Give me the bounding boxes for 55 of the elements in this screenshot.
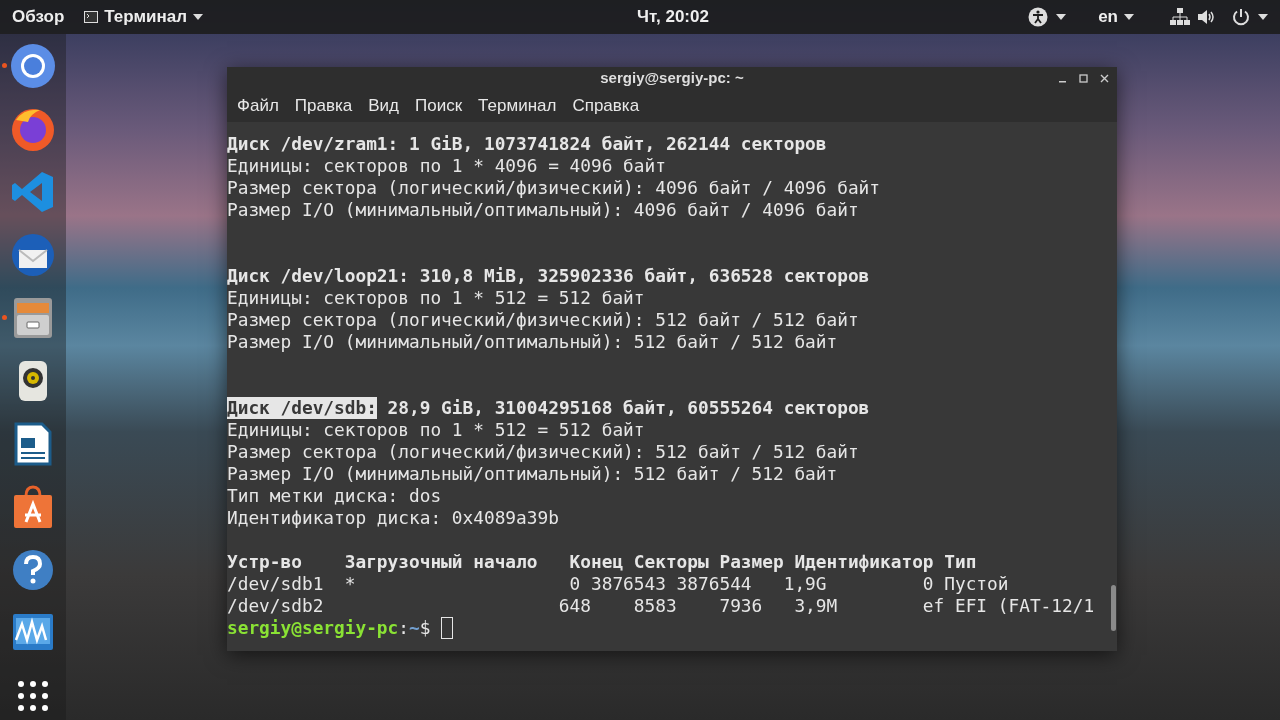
window-title: sergiy@sergiy-pc: ~ xyxy=(600,68,744,89)
output-line: Размер I/O (минимальный/оптимальный): 4096 байт / 4096 байт xyxy=(227,199,859,221)
app-menu[interactable]: Терминал xyxy=(84,4,203,30)
caret-icon xyxy=(1258,14,1268,20)
activities-button[interactable]: Обзор xyxy=(12,4,65,30)
network-icon[interactable] xyxy=(1170,8,1190,26)
output-line: Диск /dev/loop21: 310,8 MiB, 325902336 байт, 636528 секторов xyxy=(227,265,870,287)
output-line: Единицы: секторов по 1 * 512 = 512 байт xyxy=(227,419,645,441)
output-line: Размер I/O (минимальный/оптимальный): 512 байт / 512 байт xyxy=(227,463,838,485)
menu-item[interactable]: Терминал xyxy=(470,93,565,119)
output-line: Единицы: секторов по 1 * 4096 = 4096 байт xyxy=(227,155,666,177)
prompt-path: ~ xyxy=(409,617,420,639)
caret-icon xyxy=(193,14,203,20)
menu-item[interactable]: Поиск xyxy=(407,93,471,119)
menu-item[interactable]: Правка xyxy=(286,93,361,119)
output-line: Размер I/O (минимальный/оптимальный): 512 байт / 512 байт xyxy=(227,331,838,353)
dock-app-button[interactable] xyxy=(10,547,56,593)
prompt-separator: : xyxy=(398,617,409,639)
selected-text: Диск /dev/sdb: xyxy=(227,397,377,419)
menu-item[interactable]: Вид xyxy=(360,93,407,119)
text-cursor xyxy=(441,617,454,639)
dock-app-button[interactable] xyxy=(10,43,56,89)
caret-icon xyxy=(1124,14,1134,20)
terminal-icon xyxy=(84,11,99,23)
output-line: /dev/sdb1 * 0 3876543 3876544 1,9G 0 Пустой xyxy=(227,573,1009,595)
output-line: Тип метки диска: dos xyxy=(227,485,442,507)
output-line: Диск /dev/zram1: 1 GiB, 1073741824 байт, 262144 секторов xyxy=(227,133,827,155)
output-line: /dev/sdb2 648 8583 7936 3,9M ef EFI (FAT-12/1 xyxy=(227,595,1095,617)
fox-globe-icon xyxy=(10,106,56,152)
scrollbar-thumb[interactable] xyxy=(1111,585,1116,631)
dock-app-button[interactable] xyxy=(10,232,56,278)
help-icon xyxy=(10,547,56,593)
prompt-user-host: sergiy@sergiy-pc xyxy=(227,617,399,639)
output-line: Размер сектора (логический/физический): 512 байт / 512 байт xyxy=(227,309,859,331)
clock[interactable]: Чт, 20:02 xyxy=(637,4,709,30)
dock-app-button[interactable] xyxy=(10,106,56,152)
close-icon[interactable] xyxy=(1100,74,1109,83)
output-line: Размер сектора (логический/физический): 4096 байт / 4096 байт xyxy=(227,177,881,199)
menu-item[interactable]: Справка xyxy=(564,93,648,119)
bird-envelope-icon xyxy=(10,232,56,278)
power-icon[interactable] xyxy=(1232,8,1250,26)
language-menu[interactable]: en xyxy=(1098,4,1134,30)
code-editor-icon xyxy=(10,169,56,215)
prompt-symbol: $ xyxy=(419,617,431,639)
circle-logo-icon xyxy=(10,43,56,89)
output-line: Устр-во Загрузочный начало Конец Секторы Размер Идентификатор Тип xyxy=(227,551,977,573)
output-line: Идентификатор диска: 0x4089a39b xyxy=(227,507,559,529)
output-line: Единицы: секторов по 1 * 512 = 512 байт xyxy=(227,287,645,309)
accessibility-icon[interactable] xyxy=(1028,7,1049,27)
output-line: Размер сектора (логический/физический): 512 байт / 512 байт xyxy=(227,441,859,463)
menu-item[interactable]: Файл xyxy=(229,93,287,119)
caret-icon xyxy=(1056,14,1067,20)
maximize-icon[interactable] xyxy=(1079,74,1088,83)
output-line: 28,9 GiB, 31004295168 байт, 60555264 секторов xyxy=(387,397,870,419)
volume-icon[interactable] xyxy=(1198,9,1216,25)
